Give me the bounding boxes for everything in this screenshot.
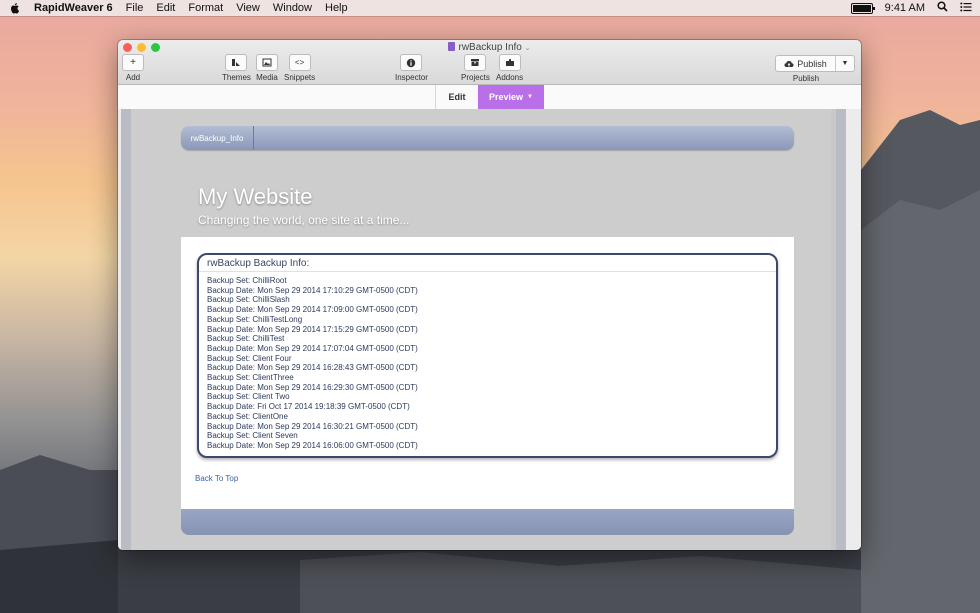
publish-button-label: Publish bbox=[797, 58, 827, 69]
preview-mode-label: Preview bbox=[489, 92, 524, 102]
backup-date: Backup Date: Mon Sep 29 2014 16:28:43 GM… bbox=[207, 363, 418, 373]
preview-mode-tab[interactable]: Preview ▼ bbox=[478, 85, 544, 109]
site-slogan: Changing the world, one site at a time..… bbox=[198, 213, 410, 227]
preview-area: rwBackup_Info My Website Changing the wo… bbox=[118, 109, 861, 550]
chevron-down-icon: ▼ bbox=[527, 94, 533, 100]
backup-date: Backup Date: Mon Sep 29 2014 17:07:04 GM… bbox=[207, 343, 418, 353]
add-icon[interactable]: + bbox=[122, 54, 144, 71]
backup-set: Backup Set: ClientThree bbox=[207, 373, 294, 383]
title-bar: rwBackup Info ⌄ + Add Themes Media <> Sn… bbox=[118, 40, 861, 85]
site-preview: rwBackup_Info My Website Changing the wo… bbox=[131, 109, 831, 550]
media-label: Media bbox=[256, 73, 278, 82]
backup-set: Backup Set: Client Four bbox=[207, 353, 292, 363]
info-icon[interactable] bbox=[400, 54, 423, 71]
menu-bar: RapidWeaver 6 File Edit Format View Wind… bbox=[0, 0, 980, 16]
page-content: rwBackup Backup Info: Backup Set: Chilli… bbox=[181, 237, 794, 509]
backup-set: Backup Set: Client Seven bbox=[207, 431, 298, 441]
backup-set: Backup Set: ChilliTest bbox=[207, 334, 285, 344]
inspector-label: Inspector bbox=[395, 73, 428, 82]
menu-help[interactable]: Help bbox=[325, 2, 348, 14]
add-label: Add bbox=[125, 73, 141, 82]
themes-toolbar-item[interactable]: Themes bbox=[222, 54, 251, 82]
add-toolbar-item[interactable]: + Add bbox=[122, 54, 144, 82]
clock[interactable]: 9:41 AM bbox=[885, 2, 925, 14]
projects-label: Projects bbox=[461, 73, 490, 82]
site-footer bbox=[181, 509, 794, 535]
site-title: My Website bbox=[198, 184, 313, 209]
publish-main-button[interactable]: Publish bbox=[776, 56, 836, 71]
notification-center-icon[interactable] bbox=[960, 2, 972, 15]
battery-icon[interactable] bbox=[850, 2, 875, 14]
menu-edit[interactable]: Edit bbox=[156, 2, 175, 14]
snippets-label: Snippets bbox=[284, 73, 316, 82]
backup-date: Backup Date: Fri Oct 17 2014 19:18:39 GM… bbox=[207, 402, 410, 412]
themes-label: Themes bbox=[222, 73, 251, 82]
edit-mode-tab[interactable]: Edit bbox=[435, 85, 478, 109]
cloud-upload-icon bbox=[784, 60, 794, 67]
window-title-text: rwBackup Info bbox=[458, 42, 522, 53]
backup-info-header: rwBackup Backup Info: bbox=[199, 255, 776, 272]
menu-file[interactable]: File bbox=[126, 2, 144, 14]
backup-date: Backup Date: Mon Sep 29 2014 16:29:30 GM… bbox=[207, 382, 418, 392]
addons-icon[interactable] bbox=[498, 54, 521, 71]
backup-entries: Backup Set: ChilliRoot Backup Date: Mon … bbox=[199, 272, 776, 451]
media-icon[interactable] bbox=[256, 54, 278, 71]
spotlight-search-icon[interactable] bbox=[937, 1, 948, 15]
backup-set: Backup Set: ClientOne bbox=[207, 411, 288, 421]
site-navigation-bar: rwBackup_Info bbox=[181, 126, 794, 150]
apple-menu-icon[interactable] bbox=[10, 2, 24, 14]
menu-view[interactable]: View bbox=[236, 2, 260, 14]
inspector-toolbar-item[interactable]: Inspector bbox=[395, 54, 428, 82]
addons-toolbar-item[interactable]: Addons bbox=[496, 54, 523, 82]
projects-toolbar-item[interactable]: Projects bbox=[461, 54, 490, 82]
preview-frame: rwBackup_Info My Website Changing the wo… bbox=[121, 109, 846, 550]
nav-item-rwbackup-info[interactable]: rwBackup_Info bbox=[181, 126, 254, 150]
document-icon bbox=[448, 42, 456, 51]
backup-set: Backup Set: ChilliSlash bbox=[207, 295, 290, 305]
backup-set: Backup Set: Client Two bbox=[207, 392, 290, 402]
backup-set: Backup Set: ChilliRoot bbox=[207, 276, 287, 285]
app-menu[interactable]: RapidWeaver 6 bbox=[34, 2, 113, 14]
backup-date: Backup Date: Mon Sep 29 2014 16:30:21 GM… bbox=[207, 421, 418, 431]
addons-label: Addons bbox=[496, 73, 524, 82]
backup-date: Backup Date: Mon Sep 29 2014 17:10:29 GM… bbox=[207, 285, 418, 295]
backup-set: Backup Set: ChilliTestLong bbox=[207, 314, 303, 324]
mode-bar: Edit Preview ▼ bbox=[118, 85, 861, 110]
themes-icon[interactable] bbox=[225, 54, 248, 71]
backup-date: Backup Date: Mon Sep 29 2014 16:06:00 GM… bbox=[207, 440, 418, 450]
backup-date: Backup Date: Mon Sep 29 2014 17:09:00 GM… bbox=[207, 305, 418, 315]
publish-button[interactable]: Publish ▼ bbox=[775, 55, 855, 72]
menu-format[interactable]: Format bbox=[188, 2, 223, 14]
publish-toolbar-item[interactable]: Publish ▼ Publish bbox=[775, 55, 855, 83]
publish-dropdown-icon[interactable]: ▼ bbox=[836, 56, 854, 71]
back-to-top-link[interactable]: Back To Top bbox=[195, 474, 238, 483]
snippets-toolbar-item[interactable]: <> Snippets bbox=[284, 54, 315, 82]
menu-window[interactable]: Window bbox=[273, 2, 312, 14]
media-toolbar-item[interactable]: Media bbox=[256, 54, 278, 82]
main-window: rwBackup Info ⌄ + Add Themes Media <> Sn… bbox=[118, 40, 861, 550]
backup-info-box: rwBackup Backup Info: Backup Set: Chilli… bbox=[197, 253, 778, 458]
publish-label: Publish bbox=[792, 74, 820, 83]
chevron-down-icon[interactable]: ⌄ bbox=[525, 45, 531, 52]
window-title: rwBackup Info ⌄ bbox=[118, 42, 861, 53]
projects-icon[interactable] bbox=[464, 54, 487, 71]
snippets-icon[interactable]: <> bbox=[288, 54, 311, 71]
backup-date: Backup Date: Mon Sep 29 2014 17:15:29 GM… bbox=[207, 324, 418, 334]
